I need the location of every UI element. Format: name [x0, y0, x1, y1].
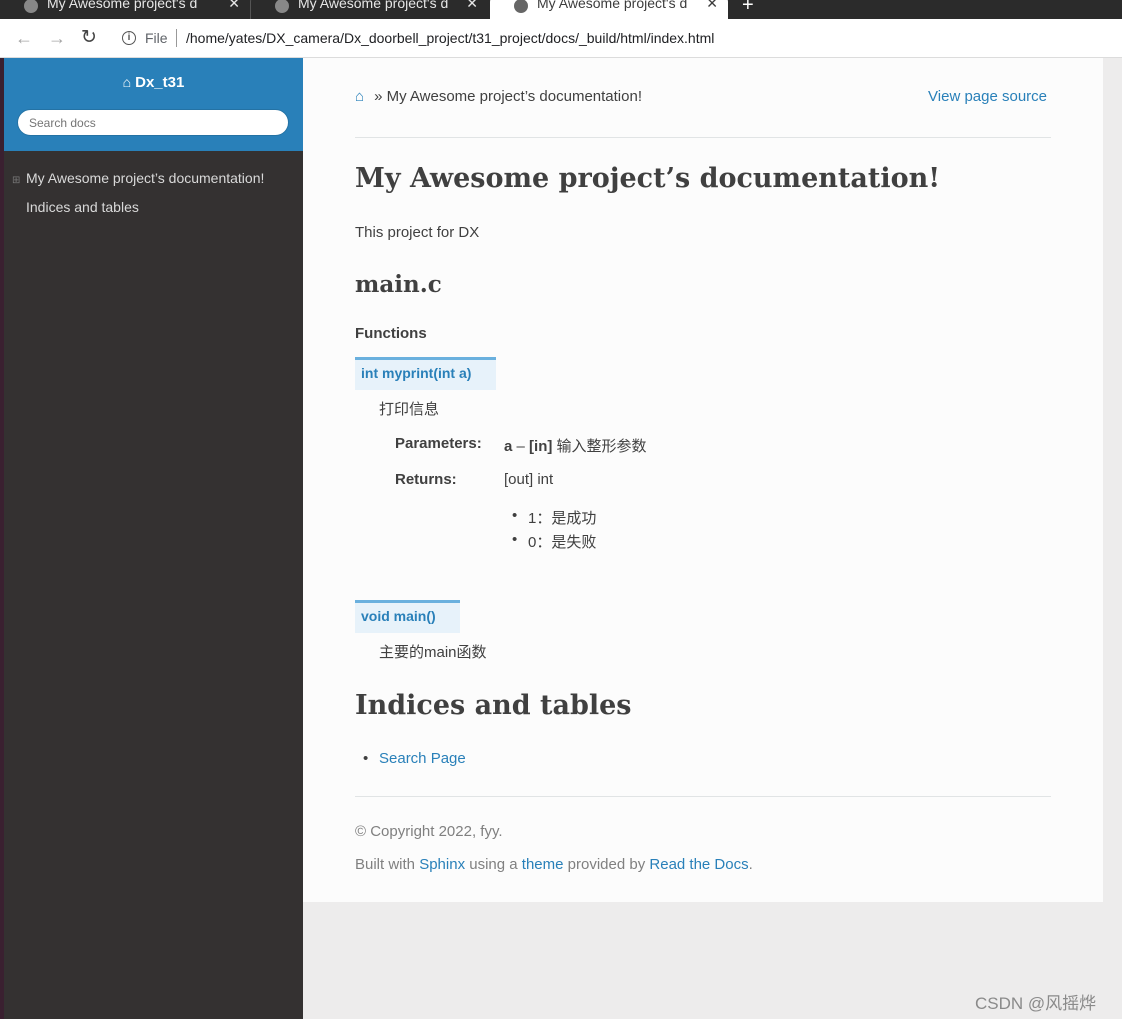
parameter-entry: a – [in] 输入整形参数: [504, 435, 647, 456]
expand-icon[interactable]: ⊞: [12, 168, 20, 193]
omnibox[interactable]: i File /home/yates/DX_camera/Dx_doorbell…: [110, 24, 1122, 53]
read-the-docs-link[interactable]: Read the Docs: [649, 856, 748, 873]
functions-heading: Functions: [355, 325, 427, 342]
browser-tab-3-active[interactable]: My Awesome project's do ✕: [490, 0, 728, 19]
return-item: 0：是失败: [528, 534, 597, 551]
view-page-source-link[interactable]: View page source: [928, 88, 1047, 105]
main-content: ⌂ » My Awesome project’s documentation! V…: [303, 58, 1103, 902]
divider: [355, 137, 1051, 138]
browser-tab-bar: My Awesome project's do ✕ My Awesome pro…: [0, 0, 1122, 19]
footer-text: Built with: [355, 856, 420, 873]
globe-icon: [24, 0, 38, 13]
project-home-link[interactable]: ⌂ Dx_t31: [4, 74, 303, 91]
function-signature-main[interactable]: void main(): [355, 600, 460, 633]
breadcrumb: ⌂ » My Awesome project’s documentation!: [355, 88, 642, 105]
close-icon[interactable]: ✕: [706, 0, 718, 10]
sidebar-toc: ⊞ My Awesome project’s documentation! In…: [4, 166, 303, 224]
url-text[interactable]: /home/yates/DX_camera/Dx_doorbell_projec…: [186, 30, 714, 46]
param-dash: –: [512, 438, 530, 455]
breadcrumb-separator: »: [374, 88, 383, 105]
close-icon[interactable]: ✕: [228, 0, 240, 10]
list-item: • Search Page: [363, 750, 466, 767]
param-description: 输入整形参数: [552, 438, 647, 455]
divider: [355, 796, 1051, 797]
indices-list: • Search Page: [355, 750, 466, 767]
sphinx-link[interactable]: Sphinx: [419, 856, 465, 873]
list-item: • 1：是成功: [512, 507, 597, 527]
globe-icon: [514, 0, 528, 13]
built-with-text: Built with Sphinx using a theme provided…: [355, 856, 753, 873]
page-title: My Awesome project’s documentation!: [355, 163, 941, 194]
sidebar-item-documentation[interactable]: ⊞ My Awesome project’s documentation!: [4, 166, 303, 195]
parameters-label: Parameters:: [395, 435, 482, 452]
copyright-text: © Copyright 2022, fyy.: [355, 823, 503, 840]
forward-arrow-icon[interactable]: →: [46, 27, 68, 49]
return-item: 1：是成功: [528, 510, 597, 527]
returns-value: [out] int: [504, 471, 554, 488]
back-arrow-icon[interactable]: ←: [13, 27, 35, 49]
function-description: 打印信息: [379, 401, 440, 418]
intro-text: This project for DX: [355, 224, 480, 241]
search-input[interactable]: [17, 109, 289, 136]
tab-title: My Awesome project's do: [298, 0, 448, 11]
url-scheme: File: [145, 30, 168, 46]
project-name: Dx_t31: [135, 74, 185, 91]
browser-tab-1[interactable]: My Awesome project's do ✕: [0, 0, 250, 19]
sidebar-item-label: My Awesome project’s documentation!: [26, 170, 265, 186]
tab-title: My Awesome project's do: [537, 0, 687, 11]
info-icon[interactable]: i: [122, 31, 136, 45]
home-icon[interactable]: ⌂: [355, 88, 364, 105]
breadcrumb-current: My Awesome project’s documentation!: [386, 88, 642, 105]
home-icon: ⌂: [122, 74, 132, 90]
tab-title: My Awesome project's do: [47, 0, 197, 11]
footer-text: .: [748, 856, 753, 873]
sidebar-header: ⌂ Dx_t31: [4, 58, 303, 151]
param-direction: [in]: [529, 438, 553, 455]
new-tab-button[interactable]: +: [742, 0, 754, 15]
returns-list: • 1：是成功 • 0：是失败: [504, 507, 596, 555]
returns-label: Returns:: [395, 471, 457, 488]
url-divider: [176, 29, 177, 47]
function-description: 主要的main函数: [379, 644, 487, 661]
section-heading-main-c: main.c: [355, 271, 442, 298]
sidebar: ⌂Dx_t31 ⊞ My Awesome project’s documenta…: [4, 58, 303, 1019]
globe-icon: [275, 0, 289, 13]
address-bar: ← → ↻ i File /home/yates/DX_camera/Dx_do…: [0, 19, 1122, 58]
theme-link[interactable]: theme: [522, 856, 564, 873]
search-page-link[interactable]: Search Page: [379, 750, 466, 767]
reload-icon[interactable]: ↻: [78, 27, 100, 49]
footer-text: using a: [465, 856, 522, 873]
footer-text: provided by: [563, 856, 650, 873]
watermark: CSDN @风摇烨: [975, 994, 1097, 1013]
browser-tab-2[interactable]: My Awesome project's do ✕: [250, 0, 488, 19]
sidebar-item-label: Indices and tables: [26, 199, 139, 215]
close-icon[interactable]: ✕: [466, 0, 478, 10]
section-heading-indices: Indices and tables: [355, 690, 632, 721]
list-item: • 0：是失败: [512, 531, 597, 551]
sidebar-item-indices[interactable]: Indices and tables: [4, 195, 303, 224]
function-signature-myprint[interactable]: int myprint(int a): [355, 357, 496, 390]
